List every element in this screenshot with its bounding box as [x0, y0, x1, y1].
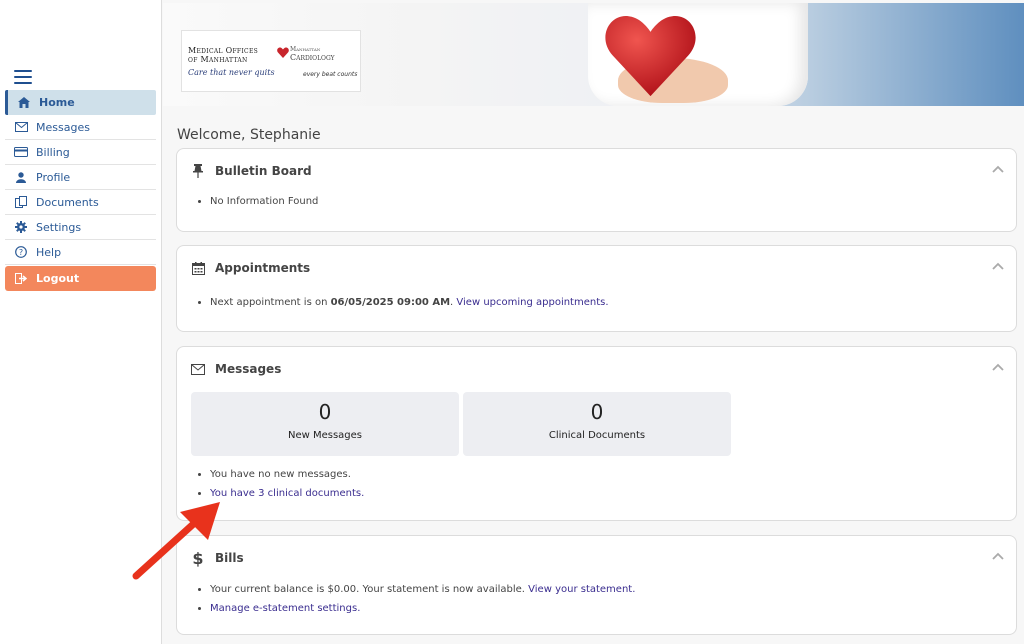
pushpin-icon: [190, 163, 206, 179]
help-icon: ?: [13, 244, 29, 260]
sidebar-item-label: Documents: [36, 195, 99, 209]
new-messages-label: New Messages: [287, 430, 363, 441]
credit-card-icon: [13, 144, 29, 160]
bulletin-board-panel: Bulletin Board No Information Found: [176, 148, 1017, 232]
home-icon: [16, 95, 32, 111]
panel-title: Messages: [215, 362, 282, 376]
panel-title: Bulletin Board: [215, 164, 312, 178]
collapse-chevron-icon[interactable]: [992, 165, 1004, 173]
header-banner: Medical Offices of Manhattan Care that n…: [163, 3, 1024, 106]
collapse-chevron-icon[interactable]: [992, 552, 1004, 560]
appointments-panel: Appointments Next appointment is on 06/0…: [176, 245, 1017, 332]
sidebar-item-label: Settings: [36, 220, 82, 234]
sidebar-item-label: Messages: [36, 120, 90, 134]
clinical-documents-count: 0: [590, 400, 604, 424]
svg-text:?: ?: [19, 248, 23, 257]
sidebar-item-label: Logout: [36, 272, 80, 285]
list-item: Your current balance is $0.00. Your stat…: [210, 584, 635, 595]
new-messages-tile[interactable]: 0 New Messages: [191, 392, 459, 456]
list-item: You have no new messages.: [210, 469, 364, 480]
appointment-datetime: 06/05/2025 09:00 AM: [330, 297, 451, 308]
sidebar-item-label: Profile: [36, 170, 71, 184]
sidebar-item-help[interactable]: ? Help: [5, 240, 156, 265]
list-item: No Information Found: [210, 196, 318, 207]
new-messages-count: 0: [318, 400, 332, 424]
messages-list: You have no new messages. You have 3 cli…: [210, 469, 364, 507]
collapse-chevron-icon[interactable]: [992, 262, 1004, 270]
clinical-documents-label: Clinical Documents: [548, 430, 646, 441]
practice-tagline: Care that never quits: [188, 68, 275, 77]
sidebar-item-label: Home: [39, 96, 75, 109]
list-item: You have 3 clinical documents.: [210, 488, 364, 499]
sidebar-item-documents[interactable]: Documents: [5, 190, 156, 215]
view-statement-link[interactable]: View your statement.: [528, 584, 635, 595]
appointments-list: Next appointment is on 06/05/2025 09:00 …: [210, 297, 609, 316]
documents-icon: [13, 194, 29, 210]
envelope-icon: [190, 361, 206, 377]
list-item: Next appointment is on 06/05/2025 09:00 …: [210, 297, 609, 308]
collapse-chevron-icon[interactable]: [992, 363, 1004, 371]
sidebar-item-label: Help: [36, 245, 62, 259]
sidebar-item-billing[interactable]: Billing: [5, 140, 156, 165]
sidebar-item-profile[interactable]: Profile: [5, 165, 156, 190]
annotation-arrow-icon: [132, 502, 220, 580]
logout-icon: [13, 271, 29, 287]
gear-icon: [13, 219, 29, 235]
cardiology-name: Manhattan Cardiology: [290, 46, 335, 62]
envelope-icon: [13, 119, 29, 135]
menu-toggle-icon[interactable]: [14, 70, 32, 84]
clinical-documents-link[interactable]: You have 3 clinical documents.: [210, 488, 364, 499]
welcome-heading: Welcome, Stephanie: [177, 127, 321, 143]
sidebar-item-home[interactable]: Home: [5, 90, 156, 115]
logout-button[interactable]: Logout: [5, 266, 156, 291]
cardiology-heart-icon: [277, 47, 289, 58]
user-icon: [13, 169, 29, 185]
panel-title: Appointments: [215, 261, 311, 275]
bills-panel: $ Bills Your current balance is $0.00. Y…: [176, 535, 1017, 635]
cardiology-tagline: every beat counts: [303, 71, 358, 78]
red-heart-image: [605, 15, 696, 97]
list-item: Manage e-statement settings.: [210, 603, 635, 614]
clinical-documents-tile[interactable]: 0 Clinical Documents: [463, 392, 731, 456]
bills-list: Your current balance is $0.00. Your stat…: [210, 584, 635, 622]
calendar-icon: [190, 260, 206, 276]
practice-name: Medical Offices of Manhattan: [188, 46, 259, 64]
bulletin-list: No Information Found: [210, 196, 318, 215]
sidebar-item-label: Billing: [36, 145, 70, 159]
sidebar-item-messages[interactable]: Messages: [5, 115, 156, 140]
manage-estatement-link[interactable]: Manage e-statement settings.: [210, 603, 360, 614]
messages-panel: Messages 0 New Messages 0 Clinical Docum…: [176, 346, 1017, 521]
sidebar-nav: Home Messages Billing Profile Documents: [5, 90, 156, 291]
view-appointments-link[interactable]: View upcoming appointments.: [456, 297, 608, 308]
practice-logo: Medical Offices of Manhattan Care that n…: [181, 30, 361, 92]
sidebar-item-settings[interactable]: Settings: [5, 215, 156, 240]
